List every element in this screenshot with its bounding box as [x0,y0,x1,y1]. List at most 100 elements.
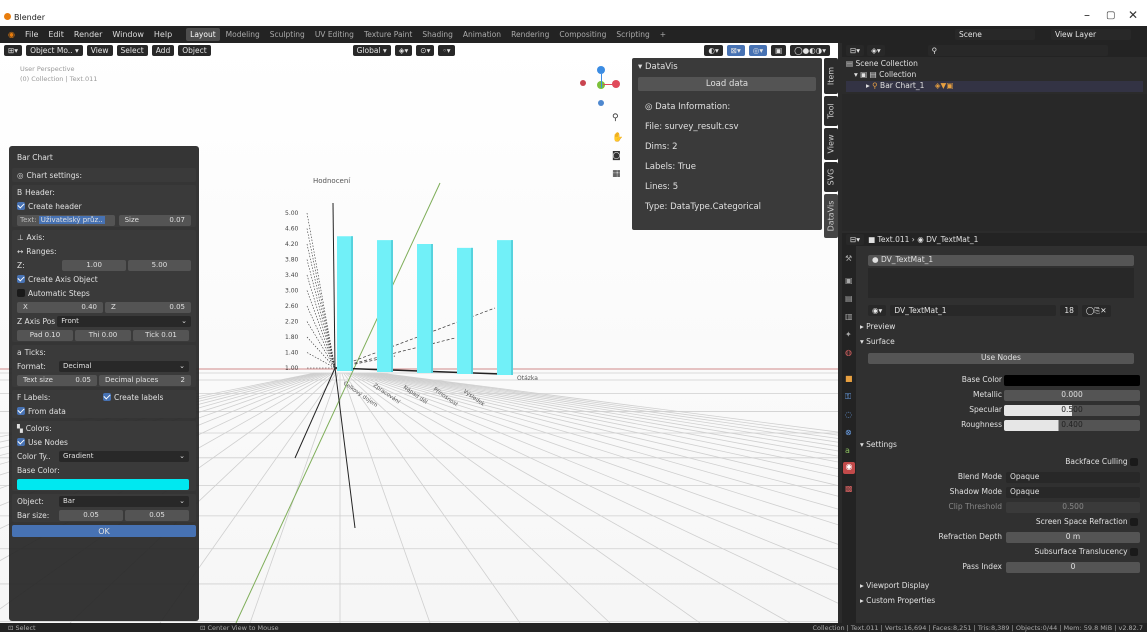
header-size-field[interactable]: Size 0.07 [118,214,191,226]
material-datablock-row[interactable]: ◉▾ DV_TextMat_1 18 ◯⎘✕ [868,304,1134,317]
physics-tab-icon[interactable]: ◌ [845,410,852,419]
object-menu[interactable]: Object [178,44,211,56]
menu-window[interactable]: Window [108,30,148,39]
modifier-tab-icon[interactable]: ⚿ [845,392,851,402]
shadow-mode-dropdown[interactable]: Opaque [1006,487,1140,498]
screen-space-refraction-checkbox[interactable]: Screen Space Refraction [992,517,1138,528]
object-dropdown[interactable]: Bar ⌄ [59,495,189,507]
transform-orientation-selector[interactable]: Global ▾ [352,44,391,56]
sidebar-tab-svg[interactable]: SVG [824,162,838,192]
z-axis-pos-dropdown[interactable]: Front ⌄ [57,315,191,327]
workspace-tab-scripting[interactable]: Scripting [612,28,653,41]
output-tab-icon[interactable]: ▤ [845,294,853,303]
ok-button[interactable]: OK [12,525,196,537]
tool-tab-icon[interactable]: ⚒ [845,254,852,263]
from-data-checkbox[interactable]: From data [12,404,196,418]
format-dropdown[interactable]: Decimal ⌄ [59,360,189,372]
automatic-steps-checkbox[interactable]: Automatic Steps [12,286,196,300]
gizmo-toggle-button[interactable]: ⊠▾ [726,44,745,56]
sidebar-tab-view[interactable]: View [824,128,838,160]
zoom-icon[interactable]: ⚲ [612,113,619,123]
use-nodes-button[interactable]: Use Nodes [868,353,1134,364]
render-tab-icon[interactable]: ▣ [845,276,853,285]
outliner-editor-type-button[interactable]: ⊟▾ [846,44,865,56]
x-step-field[interactable]: X 0.40 [17,301,103,313]
create-labels-checkbox[interactable]: Create labels [103,392,191,402]
workspace-tab-animation[interactable]: Animation [459,28,505,41]
editor-type-button[interactable]: ⊞▾ [4,44,23,56]
text-size-field[interactable]: Text size 0.05 [17,374,97,386]
menu-help[interactable]: Help [150,30,176,39]
custom-properties-panel-header[interactable]: ▸ Custom Properties [860,596,935,607]
close-button[interactable]: ✕ [1128,8,1138,22]
tick-field[interactable]: Tick 0.01 [133,329,189,341]
settings-panel-header[interactable]: ▾ Settings [860,440,897,451]
create-header-checkbox[interactable]: Create header [12,199,196,213]
checkbox-icon[interactable] [17,289,25,297]
constraint-tab-icon[interactable]: ⊗ [845,428,852,437]
base-color-swatch[interactable] [17,478,189,490]
object-tab-icon[interactable]: ■ [845,374,853,383]
material-slot-row[interactable]: ● DV_TextMat_1 [868,255,1134,266]
specular-field[interactable]: 0.500 [1004,405,1140,416]
checkbox-icon[interactable] [103,392,111,401]
checkbox-icon[interactable] [17,407,25,415]
overlay-toggle-button[interactable]: ◎▾ [748,44,768,56]
sidebar-tab-datavis[interactable]: DataVis [824,194,838,238]
texture-tab-icon[interactable]: ▩ [845,484,853,493]
collection-row[interactable]: ▾ ▣ ▤ Collection [846,70,1143,81]
metallic-field[interactable]: 0.000 [1004,390,1140,401]
checkbox-icon[interactable] [17,202,25,210]
view-layer-tab-icon[interactable]: ▥ [845,312,853,321]
scene-tab-icon[interactable]: ✦ [845,330,852,339]
workspace-tab-layout[interactable]: Layout [186,28,220,41]
view-layer-selector[interactable]: View Layer [1051,29,1131,40]
view-menu[interactable]: View [86,44,113,56]
bar-size-y-field[interactable]: 0.05 [125,509,189,521]
z-step-field[interactable]: Z 0.05 [105,301,191,313]
material-tab-icon[interactable]: ◉ [843,462,855,474]
sidebar-tab-item[interactable]: Item [824,58,838,94]
menu-render[interactable]: Render [70,30,106,39]
menu-edit[interactable]: Edit [44,30,68,39]
browse-material-icon[interactable]: ◉▾ [868,305,887,316]
use-nodes-checkbox[interactable]: Use Nodes [12,435,196,449]
users-count[interactable]: 18 [1060,305,1078,316]
world-tab-icon[interactable]: ◍ [845,348,852,357]
thickness-field[interactable]: Thi 0.00 [75,329,131,341]
gizmo-x-icon[interactable] [612,80,620,88]
collapse-icon[interactable]: ▾ [638,62,642,72]
pan-hand-icon[interactable]: ✋ [612,133,623,143]
fake-user-icon[interactable]: ◯⎘✕ [1081,304,1111,317]
select-menu[interactable]: Select [116,44,148,56]
z-range-max-field[interactable]: 5.00 [127,259,191,271]
workspace-tab-compositing[interactable]: Compositing [555,28,610,41]
roughness-field[interactable]: 0.400 [1004,420,1140,431]
bar-size-x-field[interactable]: 0.05 [59,509,123,521]
z-range-min-field[interactable]: 1.00 [62,259,126,271]
camera-icon[interactable]: ◙ [612,151,621,161]
sidebar-tab-tool[interactable]: Tool [824,96,838,126]
xray-button[interactable]: ▣ [771,44,787,56]
pass-index-field[interactable]: 0 [1006,562,1140,573]
clip-threshold-field[interactable]: 0.500 [1006,502,1140,513]
menu-file[interactable]: File [21,30,42,39]
workspace-tab-uv-editing[interactable]: UV Editing [311,28,358,41]
viewport-display-panel-header[interactable]: ▸ Viewport Display [860,581,929,592]
maximize-button[interactable]: ▢ [1106,10,1115,21]
minimize-button[interactable]: – [1084,8,1090,22]
workspace-tab-shading[interactable]: Shading [418,28,456,41]
workspace-tab-rendering[interactable]: Rendering [507,28,553,41]
shading-buttons[interactable]: ◯●◐◑▾ [790,44,830,56]
gizmo-z-icon[interactable] [597,66,605,74]
expand-icon[interactable]: ▾ [854,70,858,79]
scene-selector[interactable]: Scene [955,29,1035,40]
add-workspace-button[interactable]: + [656,28,670,41]
proportional-edit-button[interactable]: ◦▾ [438,44,455,56]
outliner-item-bar-chart[interactable]: ▸ ⚲ Bar Chart_1 ◈▼▣ [846,81,1143,92]
outliner-display-mode-button[interactable]: ◈▾ [867,44,885,56]
decimal-places-field[interactable]: Decimal places 2 [99,374,191,386]
preview-panel-header[interactable]: ▸ Preview [860,322,895,333]
grid-view-icon[interactable]: ▦ [612,169,621,179]
checkbox-icon[interactable] [17,275,25,283]
